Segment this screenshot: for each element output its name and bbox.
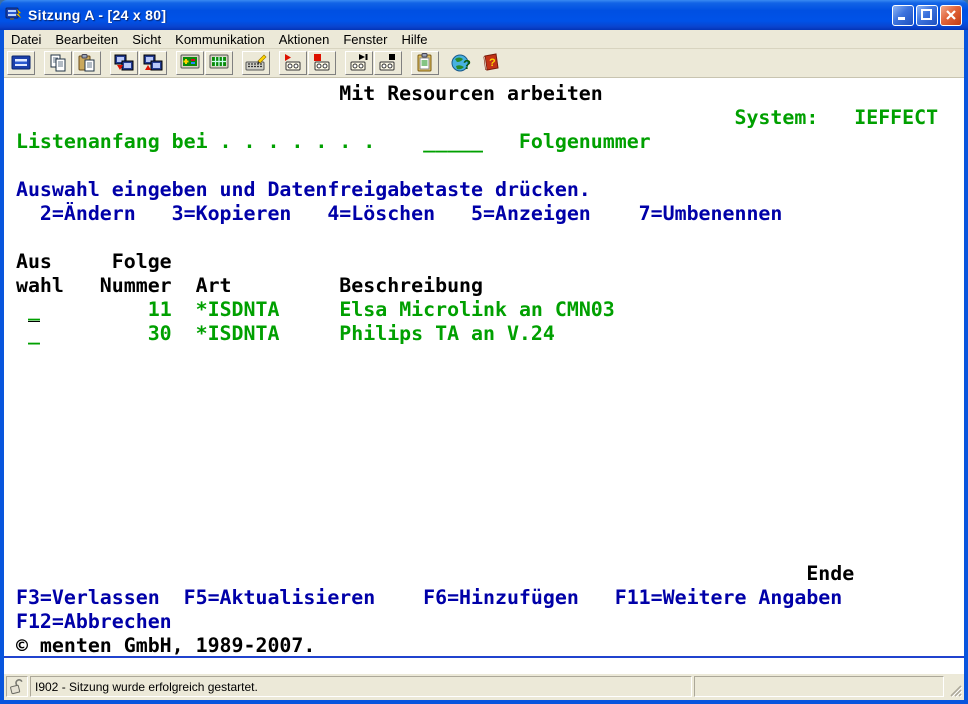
title-bar[interactable]: Sitzung A - [24 x 80] bbox=[0, 0, 968, 30]
terminal-row bbox=[4, 226, 964, 250]
window-title: Sitzung A - [24 x 80] bbox=[28, 7, 892, 23]
status-extra-panel bbox=[694, 676, 944, 697]
terminal-row bbox=[4, 514, 964, 538]
menu-item-datei[interactable]: Datei bbox=[4, 31, 48, 48]
minimize-button[interactable] bbox=[892, 5, 914, 26]
svg-text:?: ? bbox=[463, 57, 471, 72]
terminal-row: Ende bbox=[4, 562, 964, 586]
maximize-button[interactable] bbox=[916, 5, 938, 26]
toolbar-button-help[interactable]: ? bbox=[477, 51, 505, 75]
terminal-row bbox=[4, 538, 964, 562]
status-bar: I902 - Sitzung wurde erfolgreich gestart… bbox=[4, 674, 964, 698]
keyboard-setup-icon bbox=[245, 53, 267, 73]
unlocked-padlock-icon bbox=[6, 676, 28, 697]
menu-item-kommunikation[interactable]: Kommunikation bbox=[168, 31, 272, 48]
terminal-row: © menten GmbH, 1989-2007. bbox=[4, 634, 964, 658]
client-gap bbox=[4, 658, 964, 674]
toolbar-button-copy[interactable] bbox=[44, 51, 72, 75]
terminal-row: Listenanfang bei . . . . . . . _____ Fol… bbox=[4, 130, 964, 154]
toolbar-button-web-browser[interactable]: ? bbox=[448, 51, 476, 75]
resize-grip[interactable] bbox=[946, 676, 962, 697]
quit-macro-icon bbox=[377, 53, 399, 73]
receive-file-icon bbox=[142, 53, 164, 73]
terminal-row bbox=[4, 394, 964, 418]
stop-recording-icon bbox=[311, 53, 333, 73]
paste-icon bbox=[76, 53, 98, 73]
toolbar-button-quit-macro[interactable] bbox=[374, 51, 402, 75]
toolbar-button-clipboard[interactable] bbox=[411, 51, 439, 75]
toolbar-group bbox=[7, 51, 35, 75]
terminal-row bbox=[4, 442, 964, 466]
menu-item-bearbeiten[interactable]: Bearbeiten bbox=[48, 31, 125, 48]
play-macro-icon bbox=[348, 53, 370, 73]
terminal-row: _ 30 *ISDNTA Philips TA an V.24 bbox=[4, 322, 964, 346]
terminal-row: System: IEFFECT bbox=[4, 106, 964, 130]
menu-item-aktionen[interactable]: Aktionen bbox=[272, 31, 337, 48]
close-button[interactable] bbox=[940, 5, 962, 26]
terminal-row: Aus Folge bbox=[4, 250, 964, 274]
toolbar-group bbox=[242, 51, 270, 75]
terminal-screen[interactable]: Mit Resourcen arbeiten System: IEFFECT L… bbox=[4, 78, 964, 658]
terminal-row: 2=Ändern 3=Kopieren 4=Löschen 5=Anzeigen… bbox=[4, 202, 964, 226]
terminal-row bbox=[4, 370, 964, 394]
web-browser-icon: ? bbox=[451, 53, 473, 73]
clipboard-icon bbox=[414, 53, 436, 73]
toolbar-button-keyboard-setup[interactable] bbox=[242, 51, 270, 75]
toolbar-button-play-macro[interactable] bbox=[345, 51, 373, 75]
svg-text:?: ? bbox=[489, 57, 496, 69]
toolbar-group bbox=[345, 51, 402, 75]
toolbar-group bbox=[411, 51, 439, 75]
toolbar-button-new-session[interactable] bbox=[7, 51, 35, 75]
toolbar-button-send-file[interactable] bbox=[110, 51, 138, 75]
copy-icon bbox=[47, 53, 69, 73]
send-file-icon bbox=[113, 53, 135, 73]
terminal-row: Mit Resourcen arbeiten bbox=[4, 82, 964, 106]
toolbar-group bbox=[176, 51, 233, 75]
session-app-icon bbox=[5, 6, 23, 24]
terminal-row bbox=[4, 490, 964, 514]
terminal-row bbox=[4, 418, 964, 442]
window-frame: DateiBearbeitenSichtKommunikationAktione… bbox=[0, 30, 968, 704]
status-message: I902 - Sitzung wurde erfolgreich gestart… bbox=[30, 676, 692, 697]
toolbar-button-record-macro[interactable] bbox=[279, 51, 307, 75]
display-setup-icon bbox=[208, 53, 230, 73]
toolbar-button-stop-recording[interactable] bbox=[308, 51, 336, 75]
help-icon: ? bbox=[480, 53, 502, 73]
terminal-row: F12=Abbrechen bbox=[4, 610, 964, 634]
toolbar-group bbox=[279, 51, 336, 75]
terminal-row bbox=[4, 346, 964, 370]
menu-bar: DateiBearbeitenSichtKommunikationAktione… bbox=[4, 30, 964, 49]
terminal-row bbox=[4, 154, 964, 178]
toolbar-group bbox=[110, 51, 167, 75]
text-cursor[interactable]: _ bbox=[28, 298, 40, 322]
terminal-row: F3=Verlassen F5=Aktualisieren F6=Hinzufü… bbox=[4, 586, 964, 610]
toolbar: ?? bbox=[4, 49, 964, 78]
toolbar-button-receive-file[interactable] bbox=[139, 51, 167, 75]
toolbar-button-display-setup[interactable] bbox=[205, 51, 233, 75]
terminal-row bbox=[4, 466, 964, 490]
terminal-row: _ 11 *ISDNTA Elsa Microlink an CMN03 bbox=[4, 298, 964, 322]
toolbar-button-display-colors[interactable] bbox=[176, 51, 204, 75]
terminal-row: wahl Nummer Art Beschreibung bbox=[4, 274, 964, 298]
terminal-row: Auswahl eingeben und Datenfreigabetaste … bbox=[4, 178, 964, 202]
menu-item-sicht[interactable]: Sicht bbox=[125, 31, 168, 48]
menu-item-fenster[interactable]: Fenster bbox=[336, 31, 394, 48]
toolbar-group bbox=[44, 51, 101, 75]
display-colors-icon bbox=[179, 53, 201, 73]
application-window: Sitzung A - [24 x 80] DateiBearbeitenSic… bbox=[0, 0, 968, 704]
menu-item-hilfe[interactable]: Hilfe bbox=[394, 31, 434, 48]
new-session-icon bbox=[10, 53, 32, 73]
record-macro-icon bbox=[282, 53, 304, 73]
toolbar-group: ?? bbox=[448, 51, 505, 75]
toolbar-button-paste[interactable] bbox=[73, 51, 101, 75]
